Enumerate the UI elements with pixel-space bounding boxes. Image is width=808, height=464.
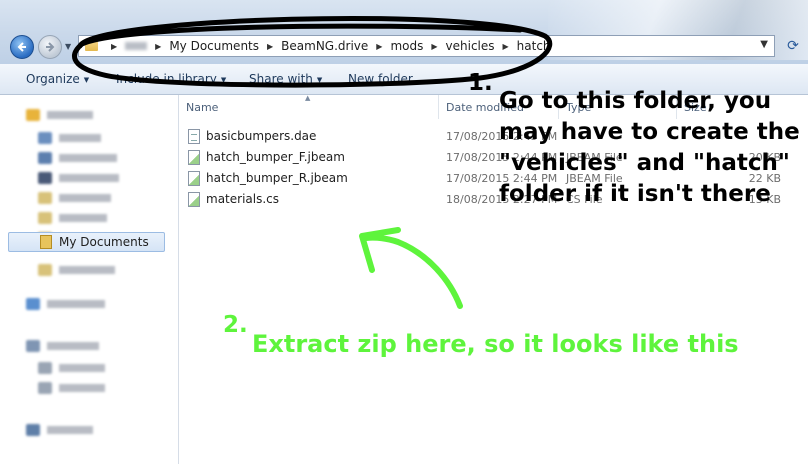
sidebar-item-my-documents[interactable]: My Documents (8, 232, 165, 252)
sidebar-item-downloads[interactable] (38, 149, 117, 167)
sidebar-item-label-redacted (59, 364, 105, 372)
sidebar-item-label-redacted (59, 266, 115, 274)
file-icon (188, 129, 200, 144)
sidebar-item-drive-c[interactable] (38, 359, 105, 377)
sort-ascending-icon: ▲ (305, 94, 311, 102)
sidebar-item-drive-e[interactable] (38, 379, 105, 397)
sidebar-item-label-redacted (59, 174, 119, 182)
sidebar-item-label-redacted (47, 300, 105, 308)
address-history-dropdown-icon[interactable]: ▼ (760, 39, 768, 50)
breadcrumb-item-vehicles[interactable]: vehicles (446, 39, 495, 53)
forward-button[interactable] (38, 35, 62, 59)
steam-icon (38, 172, 52, 184)
folder-icon (38, 264, 52, 276)
sidebar-item-videos[interactable] (38, 189, 111, 207)
chevron-right-icon[interactable]: ▶ (503, 42, 509, 51)
documents-folder-icon (40, 235, 52, 249)
chevron-right-icon[interactable]: ▶ (155, 42, 161, 51)
sidebar-item-label-redacted (59, 154, 117, 162)
folder-icon (38, 192, 52, 204)
refresh-icon: ⟳ (787, 38, 799, 54)
column-divider[interactable] (438, 95, 439, 119)
downloads-icon (38, 152, 52, 164)
script-file-icon (188, 192, 200, 207)
back-button[interactable] (10, 35, 34, 59)
homegroup-icon (26, 298, 40, 310)
file-name: materials.cs (206, 192, 280, 206)
sidebar-item-music[interactable] (38, 209, 107, 227)
share-with-menu[interactable]: Share with ▼ (249, 64, 322, 94)
breadcrumb-item-mods[interactable]: mods (390, 39, 423, 53)
folder-icon (85, 40, 98, 51)
desktop-icon (38, 132, 52, 144)
script-file-icon (188, 150, 200, 165)
sidebar-item-favorites[interactable] (26, 106, 93, 124)
network-icon (26, 424, 40, 436)
back-arrow-icon (17, 42, 26, 52)
dropdown-arrow-icon: ▼ (83, 76, 90, 84)
step-2-number: 2. (223, 312, 248, 338)
include-in-library-label: Include in library (116, 72, 217, 86)
organize-label: Organize (26, 72, 80, 86)
breadcrumb-item-beamng[interactable]: BeamNG.drive (281, 39, 368, 53)
breadcrumb-item-my-documents[interactable]: My Documents (169, 39, 259, 53)
file-name: hatch_bumper_R.jbeam (206, 171, 348, 185)
sidebar-item-label-redacted (47, 342, 99, 350)
forward-arrow-icon (46, 42, 55, 52)
chevron-right-icon[interactable]: ▶ (267, 42, 273, 51)
chevron-right-icon[interactable]: ▶ (111, 42, 117, 51)
sidebar-item-desktop[interactable] (38, 129, 101, 147)
file-name: hatch_bumper_F.jbeam (206, 150, 345, 164)
new-folder-label: New folder (348, 72, 413, 86)
file-name: basicbumpers.dae (206, 129, 317, 143)
sidebar-item-steam[interactable] (38, 169, 119, 187)
dropdown-arrow-icon: ▼ (220, 76, 227, 84)
column-header-name[interactable]: Name (186, 101, 218, 114)
folder-icon (38, 212, 52, 224)
share-with-label: Share with (249, 72, 313, 86)
breadcrumb: ▶ ▶ My Documents ▶ BeamNG.drive ▶ mods ▶… (103, 36, 551, 56)
dropdown-arrow-icon: ▼ (316, 76, 323, 84)
sidebar-item-label-redacted (47, 111, 93, 119)
sidebar-item-label-redacted (59, 134, 101, 142)
step-2-annotation: Extract zip here, so it looks like this (252, 330, 739, 358)
sidebar-item-label-redacted (47, 426, 93, 434)
sidebar-item-homegroup[interactable] (26, 295, 105, 313)
step-1-annotation: Go to this folder, you may have to creat… (499, 88, 800, 207)
sidebar-item-network[interactable] (26, 421, 93, 439)
step-1-number: 1. (468, 70, 493, 96)
sidebar-item-label: My Documents (59, 235, 149, 249)
navigation-pane (0, 95, 179, 464)
sidebar-item-pictures[interactable] (38, 261, 115, 279)
breadcrumb-item-hatch[interactable]: hatch (517, 39, 551, 53)
drive-icon (38, 382, 52, 394)
recent-pages-dropdown-icon[interactable]: ▼ (65, 42, 75, 52)
star-icon (26, 109, 40, 121)
computer-icon (26, 340, 40, 352)
include-in-library-menu[interactable]: Include in library ▼ (116, 64, 226, 94)
sidebar-item-computer[interactable] (26, 337, 99, 355)
sidebar-item-label-redacted (59, 194, 111, 202)
chevron-right-icon[interactable]: ▶ (376, 42, 382, 51)
new-folder-button[interactable]: New folder (348, 64, 413, 94)
sidebar-item-label-redacted (59, 384, 105, 392)
organize-menu[interactable]: Organize ▼ (26, 64, 89, 94)
chevron-right-icon[interactable]: ▶ (431, 42, 437, 51)
breadcrumb-item-user-redacted[interactable] (125, 42, 148, 50)
drive-icon (38, 362, 52, 374)
address-bar[interactable]: ▶ ▶ My Documents ▶ BeamNG.drive ▶ mods ▶… (78, 35, 775, 57)
script-file-icon (188, 171, 200, 186)
refresh-button[interactable]: ⟳ (783, 35, 803, 57)
sidebar-item-label-redacted (59, 214, 107, 222)
pointer-arrow (359, 227, 463, 309)
